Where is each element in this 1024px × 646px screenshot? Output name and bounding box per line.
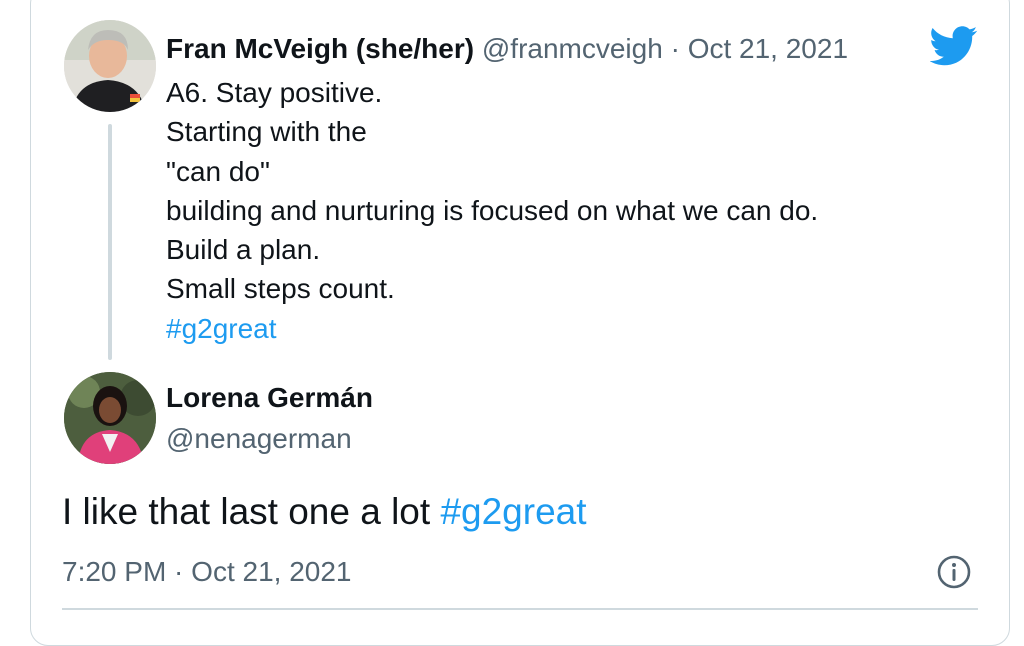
info-icon[interactable] — [936, 554, 972, 590]
quoted-line: Starting with the — [166, 116, 367, 148]
avatar-photo-fran-icon — [64, 20, 156, 112]
quoted-line: "can do" — [166, 155, 270, 187]
quoted-author-handle[interactable]: @franmcveigh — [482, 33, 663, 64]
quoted-date[interactable]: Oct 21, 2021 — [688, 33, 848, 64]
quoted-tweet-header: Fran McVeigh (she/her) @franmcveigh · Oc… — [166, 30, 848, 68]
tweet-text: I like that last one a lot #g2great — [62, 488, 587, 536]
twitter-bird-icon[interactable] — [930, 26, 978, 66]
quoted-tweet-body: A6. Stay positive. Starting with the "ca… — [166, 73, 818, 348]
tweet-author-name[interactable]: Lorena Germán — [166, 379, 373, 417]
card-divider — [62, 608, 978, 610]
tweet-author-handle[interactable]: @nenagerman — [166, 420, 352, 458]
quoted-separator: · — [662, 33, 688, 64]
avatar-photo-lorena-icon — [64, 372, 156, 464]
avatar-lorena[interactable] — [64, 372, 156, 464]
quoted-line: A6. Stay positive. — [166, 77, 383, 108]
tweet-hashtag-link[interactable]: #g2great — [440, 491, 586, 532]
quoted-line: building and nurturing is focused on wha… — [166, 194, 819, 226]
quoted-author-name[interactable]: Fran McVeigh (she/her) — [166, 33, 474, 64]
avatar-fran[interactable] — [64, 20, 156, 112]
quoted-line: Small steps count. — [166, 273, 395, 305]
quoted-hashtag-link[interactable]: #g2great — [166, 309, 818, 348]
quoted-line: Build a plan. — [166, 234, 321, 266]
tweet-text-body: I like that last one a lot — [62, 491, 441, 532]
tweet-timestamp[interactable]: 7:20 PM · Oct 21, 2021 — [62, 553, 352, 591]
thread-connector-line — [108, 124, 112, 360]
